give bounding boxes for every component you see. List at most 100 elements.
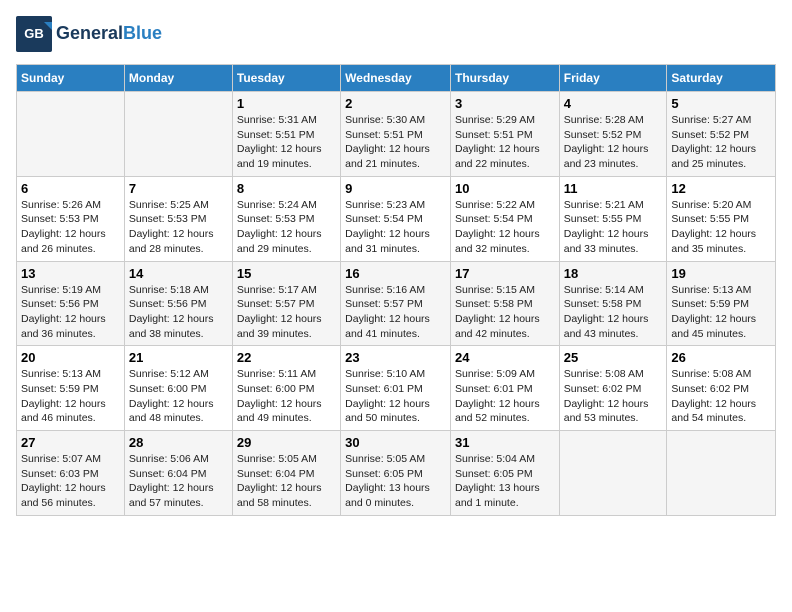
calendar-cell: 9 Sunrise: 5:23 AM Sunset: 5:54 PM Daylig… — [341, 176, 451, 261]
header-thursday: Thursday — [450, 65, 559, 92]
day-info: Sunrise: 5:28 AM Sunset: 5:52 PM Dayligh… — [564, 113, 663, 172]
day-info: Sunrise: 5:07 AM Sunset: 6:03 PM Dayligh… — [21, 452, 120, 511]
day-info: Sunrise: 5:11 AM Sunset: 6:00 PM Dayligh… — [237, 367, 336, 426]
week-row-5: 27 Sunrise: 5:07 AM Sunset: 6:03 PM Dayli… — [17, 431, 776, 516]
calendar-cell: 31Sunrise: 5:04 AM Sunset: 6:05 PM Dayli… — [450, 431, 559, 516]
day-number: 3 — [455, 96, 555, 111]
day-number: 29 — [237, 435, 336, 450]
day-info: Sunrise: 5:30 AM Sunset: 5:51 PM Dayligh… — [345, 113, 446, 172]
day-info: Sunrise: 5:12 AM Sunset: 6:00 PM Dayligh… — [129, 367, 228, 426]
day-number: 20 — [21, 350, 120, 365]
calendar-cell: 17Sunrise: 5:15 AM Sunset: 5:58 PM Dayli… — [450, 261, 559, 346]
calendar-cell: 22Sunrise: 5:11 AM Sunset: 6:00 PM Dayli… — [232, 346, 340, 431]
calendar-cell: 11 Sunrise: 5:21 AM Sunset: 5:55 PM Dayli… — [559, 176, 667, 261]
logo-text: GeneralBlue — [56, 24, 162, 44]
day-number: 4 — [564, 96, 663, 111]
day-number: 8 — [237, 181, 336, 196]
calendar-cell: 19 Sunrise: 5:13 AM Sunset: 5:59 PM Dayli… — [667, 261, 776, 346]
calendar-cell: 14 Sunrise: 5:18 AM Sunset: 5:56 PM Dayli… — [124, 261, 232, 346]
day-info: Sunrise: 5:14 AM Sunset: 5:58 PM Dayligh… — [564, 283, 663, 342]
header-wednesday: Wednesday — [341, 65, 451, 92]
day-number: 16 — [345, 266, 446, 281]
day-number: 21 — [129, 350, 228, 365]
calendar-header-row: SundayMondayTuesdayWednesdayThursdayFrid… — [17, 65, 776, 92]
day-number: 19 — [671, 266, 771, 281]
week-row-1: 1Sunrise: 5:31 AM Sunset: 5:51 PM Daylig… — [17, 92, 776, 177]
calendar-cell: 28 Sunrise: 5:06 AM Sunset: 6:04 PM Dayli… — [124, 431, 232, 516]
day-info: Sunrise: 5:19 AM Sunset: 5:56 PM Dayligh… — [21, 283, 120, 342]
day-number: 13 — [21, 266, 120, 281]
calendar-cell: 7Sunrise: 5:25 AM Sunset: 5:53 PM Daylig… — [124, 176, 232, 261]
day-info: Sunrise: 5:20 AM Sunset: 5:55 PM Dayligh… — [671, 198, 771, 257]
day-info: Sunrise: 5:17 AM Sunset: 5:57 PM Dayligh… — [237, 283, 336, 342]
logo: GB GeneralBlue — [16, 16, 162, 52]
day-info: Sunrise: 5:13 AM Sunset: 5:59 PM Dayligh… — [671, 283, 771, 342]
day-number: 18 — [564, 266, 663, 281]
calendar-cell: 12 Sunrise: 5:20 AM Sunset: 5:55 PM Dayli… — [667, 176, 776, 261]
day-number: 11 — [564, 181, 663, 196]
day-info: Sunrise: 5:16 AM Sunset: 5:57 PM Dayligh… — [345, 283, 446, 342]
day-number: 30 — [345, 435, 446, 450]
day-number: 28 — [129, 435, 228, 450]
day-info: Sunrise: 5:08 AM Sunset: 6:02 PM Dayligh… — [671, 367, 771, 426]
calendar-cell: 16 Sunrise: 5:16 AM Sunset: 5:57 PM Dayli… — [341, 261, 451, 346]
day-number: 7 — [129, 181, 228, 196]
calendar-cell: 13 Sunrise: 5:19 AM Sunset: 5:56 PM Dayli… — [17, 261, 125, 346]
day-number: 31 — [455, 435, 555, 450]
day-number: 27 — [21, 435, 120, 450]
calendar-cell — [559, 431, 667, 516]
day-info: Sunrise: 5:23 AM Sunset: 5:54 PM Dayligh… — [345, 198, 446, 257]
day-number: 23 — [345, 350, 446, 365]
day-number: 15 — [237, 266, 336, 281]
day-number: 6 — [21, 181, 120, 196]
calendar-cell: 23 Sunrise: 5:10 AM Sunset: 6:01 PM Dayli… — [341, 346, 451, 431]
day-info: Sunrise: 5:21 AM Sunset: 5:55 PM Dayligh… — [564, 198, 663, 257]
calendar-cell: 8 Sunrise: 5:24 AM Sunset: 5:53 PM Daylig… — [232, 176, 340, 261]
logo-icon: GB — [16, 16, 52, 52]
day-info: Sunrise: 5:08 AM Sunset: 6:02 PM Dayligh… — [564, 367, 663, 426]
day-number: 24 — [455, 350, 555, 365]
calendar-cell — [124, 92, 232, 177]
week-row-2: 6 Sunrise: 5:26 AM Sunset: 5:53 PM Daylig… — [17, 176, 776, 261]
calendar-cell: 10 Sunrise: 5:22 AM Sunset: 5:54 PM Dayli… — [450, 176, 559, 261]
calendar-table: SundayMondayTuesdayWednesdayThursdayFrid… — [16, 64, 776, 516]
day-info: Sunrise: 5:18 AM Sunset: 5:56 PM Dayligh… — [129, 283, 228, 342]
day-info: Sunrise: 5:27 AM Sunset: 5:52 PM Dayligh… — [671, 113, 771, 172]
calendar-cell: 20 Sunrise: 5:13 AM Sunset: 5:59 PM Dayli… — [17, 346, 125, 431]
day-info: Sunrise: 5:09 AM Sunset: 6:01 PM Dayligh… — [455, 367, 555, 426]
calendar-cell: 25 Sunrise: 5:08 AM Sunset: 6:02 PM Dayli… — [559, 346, 667, 431]
page-header: GB GeneralBlue — [16, 16, 776, 52]
calendar-cell: 24 Sunrise: 5:09 AM Sunset: 6:01 PM Dayli… — [450, 346, 559, 431]
calendar-cell: 3 Sunrise: 5:29 AM Sunset: 5:51 PM Daylig… — [450, 92, 559, 177]
day-info: Sunrise: 5:05 AM Sunset: 6:04 PM Dayligh… — [237, 452, 336, 511]
header-sunday: Sunday — [17, 65, 125, 92]
day-info: Sunrise: 5:05 AM Sunset: 6:05 PM Dayligh… — [345, 452, 446, 511]
calendar-cell: 26Sunrise: 5:08 AM Sunset: 6:02 PM Dayli… — [667, 346, 776, 431]
day-info: Sunrise: 5:31 AM Sunset: 5:51 PM Dayligh… — [237, 113, 336, 172]
calendar-cell: 18 Sunrise: 5:14 AM Sunset: 5:58 PM Dayli… — [559, 261, 667, 346]
day-info: Sunrise: 5:10 AM Sunset: 6:01 PM Dayligh… — [345, 367, 446, 426]
calendar-cell: 4 Sunrise: 5:28 AM Sunset: 5:52 PM Daylig… — [559, 92, 667, 177]
day-info: Sunrise: 5:29 AM Sunset: 5:51 PM Dayligh… — [455, 113, 555, 172]
day-number: 14 — [129, 266, 228, 281]
calendar-cell: 27 Sunrise: 5:07 AM Sunset: 6:03 PM Dayli… — [17, 431, 125, 516]
day-number: 12 — [671, 181, 771, 196]
calendar-cell: 29 Sunrise: 5:05 AM Sunset: 6:04 PM Dayli… — [232, 431, 340, 516]
calendar-cell: 21 Sunrise: 5:12 AM Sunset: 6:00 PM Dayli… — [124, 346, 232, 431]
day-number: 5 — [671, 96, 771, 111]
day-info: Sunrise: 5:24 AM Sunset: 5:53 PM Dayligh… — [237, 198, 336, 257]
day-number: 10 — [455, 181, 555, 196]
day-info: Sunrise: 5:13 AM Sunset: 5:59 PM Dayligh… — [21, 367, 120, 426]
day-info: Sunrise: 5:26 AM Sunset: 5:53 PM Dayligh… — [21, 198, 120, 257]
calendar-cell — [667, 431, 776, 516]
header-tuesday: Tuesday — [232, 65, 340, 92]
day-number: 9 — [345, 181, 446, 196]
calendar-cell — [17, 92, 125, 177]
calendar-cell: 2Sunrise: 5:30 AM Sunset: 5:51 PM Daylig… — [341, 92, 451, 177]
day-info: Sunrise: 5:22 AM Sunset: 5:54 PM Dayligh… — [455, 198, 555, 257]
calendar-cell: 1Sunrise: 5:31 AM Sunset: 5:51 PM Daylig… — [232, 92, 340, 177]
calendar-cell: 6 Sunrise: 5:26 AM Sunset: 5:53 PM Daylig… — [17, 176, 125, 261]
calendar-cell: 15 Sunrise: 5:17 AM Sunset: 5:57 PM Dayli… — [232, 261, 340, 346]
day-number: 25 — [564, 350, 663, 365]
day-info: Sunrise: 5:06 AM Sunset: 6:04 PM Dayligh… — [129, 452, 228, 511]
